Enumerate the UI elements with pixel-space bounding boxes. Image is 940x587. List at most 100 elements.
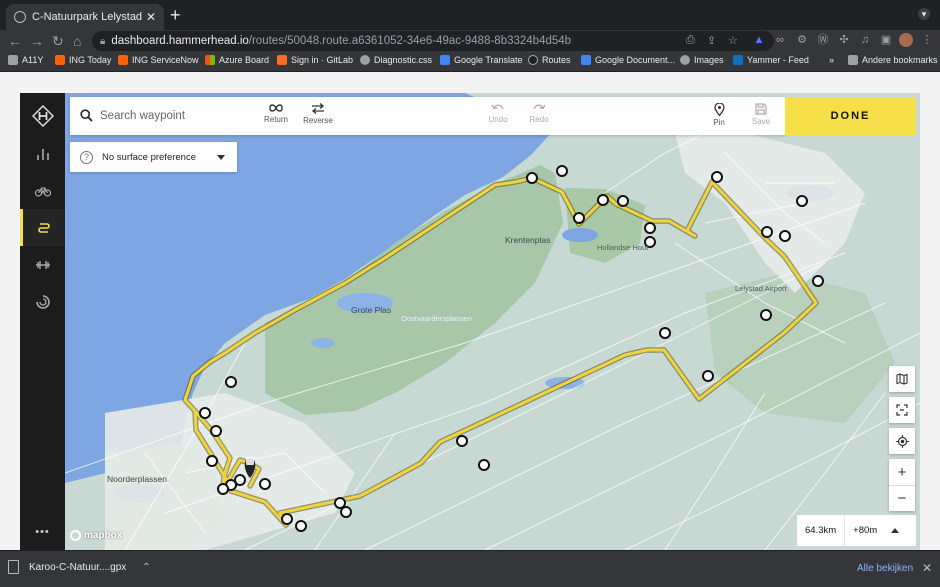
hammerhead-logo[interactable]	[20, 97, 65, 134]
waypoint-marker[interactable]	[761, 226, 773, 238]
zoom-out-button[interactable]: −	[889, 485, 915, 511]
reload-icon[interactable]: ↻	[52, 32, 64, 50]
tab-close-icon[interactable]: ✕	[146, 10, 156, 24]
bookmark-ing-today[interactable]: ING Today	[55, 55, 111, 65]
mapbox-logo[interactable]: mapbox	[70, 530, 122, 541]
chevron-up-icon[interactable]: ⌃	[142, 562, 150, 573]
waypoint-marker[interactable]	[478, 459, 490, 471]
pin-button[interactable]: Pin	[699, 103, 739, 127]
bookmarks-overflow[interactable]: »	[829, 55, 834, 65]
waypoint-marker[interactable]	[259, 478, 271, 490]
app-sidebar: •••	[20, 93, 65, 550]
bookmark-star-icon[interactable]: ☆	[728, 34, 738, 47]
waypoint-marker[interactable]	[573, 212, 585, 224]
bookmark-azure-board[interactable]: Azure Board	[205, 55, 269, 65]
profile-avatar[interactable]	[899, 33, 913, 47]
page-viewport: ••• Krentenplas Hollandse Hout Grote Pla…	[0, 72, 940, 550]
hammerhead-logo-icon	[31, 104, 54, 127]
waypoint-marker[interactable]	[597, 194, 609, 206]
map-style-button[interactable]	[889, 366, 915, 392]
bookmark-yammer[interactable]: Yammer - Feed	[733, 55, 809, 65]
extension-gear-icon[interactable]: ⚙	[795, 33, 809, 47]
sidebar-item-bike[interactable]	[20, 172, 65, 209]
fit-route-button[interactable]	[889, 397, 915, 423]
redo-button[interactable]: Redo	[519, 103, 559, 124]
media-icon[interactable]: ♫	[858, 33, 872, 47]
folder-icon	[848, 55, 858, 65]
extension-glasses-icon[interactable]: ∞	[773, 33, 787, 47]
waypoint-marker[interactable]	[281, 513, 293, 525]
bookmark-ing-servicenow[interactable]: ING ServiceNow	[118, 55, 199, 65]
bookmark-google-translate[interactable]: Google Translate	[440, 55, 523, 65]
show-all-downloads-link[interactable]: Alle bekijken	[857, 563, 913, 574]
sidebar-item-routes[interactable]	[20, 209, 65, 246]
surface-preference-select[interactable]: ? No surface preference	[70, 142, 237, 172]
bookmark-diagnostic-css[interactable]: Diagnostic.css	[360, 55, 432, 65]
route-stats-panel[interactable]: 64.3km +80m	[797, 515, 916, 546]
waypoint-marker[interactable]	[779, 230, 791, 242]
install-icon[interactable]: ⎙	[686, 34, 695, 47]
waypoint-marker[interactable]	[659, 327, 671, 339]
bicycle-icon	[34, 186, 51, 197]
sidepanel-icon[interactable]: ▣	[879, 33, 893, 47]
waypoint-marker[interactable]	[210, 425, 222, 437]
tab-title: C-Natuurpark Lelystad 64 km	[32, 11, 142, 23]
extensions-puzzle-icon[interactable]: ✣	[837, 33, 851, 47]
share-icon[interactable]: ⇪	[707, 34, 716, 47]
tab-search-icon[interactable]: ▾	[918, 8, 930, 20]
sidebar-item-activity[interactable]	[20, 283, 65, 320]
waypoint-marker[interactable]	[711, 171, 723, 183]
waypoint-marker[interactable]	[617, 195, 629, 207]
address-bar[interactable]: 🔒︎ dashboard.hammerhead.io/routes/50048.…	[92, 31, 774, 51]
waypoint-marker[interactable]	[295, 520, 307, 532]
bookmark-routes[interactable]: Routes	[528, 55, 571, 65]
back-icon[interactable]: ←	[8, 32, 22, 50]
bookmark-gitlab[interactable]: Sign in · GitLab	[277, 55, 353, 65]
extension-triangle-icon[interactable]: ▲	[752, 33, 766, 47]
waypoint-marker[interactable]	[760, 309, 772, 321]
infinity-loop-icon	[269, 104, 283, 112]
home-icon[interactable]: ⌂	[73, 32, 81, 50]
waypoint-marker[interactable]	[199, 407, 211, 419]
search-waypoint-input[interactable]	[100, 107, 250, 125]
close-download-bar-icon[interactable]: ✕	[922, 561, 932, 575]
waypoint-marker[interactable]	[556, 165, 568, 177]
bookmark-google-docs[interactable]: Google Document...	[581, 55, 675, 65]
reverse-button[interactable]: Reverse	[298, 103, 338, 125]
return-label: Return	[263, 115, 288, 124]
sidebar-more-button[interactable]: •••	[20, 513, 65, 550]
sidebar-item-stats[interactable]	[20, 135, 65, 172]
extension-wordpress-icon[interactable]: Ⓦ	[816, 33, 830, 47]
download-item[interactable]: Karoo-C-Natuur....gpx ⌃	[8, 560, 151, 574]
waypoint-marker[interactable]	[526, 172, 538, 184]
waypoint-marker[interactable]	[217, 483, 229, 495]
zoom-in-button[interactable]: +	[889, 459, 915, 485]
waypoint-marker[interactable]	[456, 435, 468, 447]
bookmarks-bar: A11Y ING Today ING ServiceNow Azure Boar…	[0, 52, 940, 72]
expand-caret-up-icon[interactable]	[891, 528, 900, 533]
reverse-arrows-icon	[311, 103, 325, 114]
locate-me-button[interactable]	[889, 428, 915, 454]
waypoint-marker[interactable]	[796, 195, 808, 207]
done-button[interactable]: DONE	[785, 97, 916, 135]
waypoint-marker[interactable]	[206, 455, 218, 467]
pond-krentenplas	[562, 228, 598, 242]
globe-icon	[360, 55, 370, 65]
waypoint-marker[interactable]	[702, 370, 714, 382]
new-tab-button[interactable]: +	[170, 6, 181, 24]
waypoint-marker[interactable]	[334, 497, 346, 509]
bookmark-images[interactable]: Images	[680, 55, 724, 65]
waypoint-marker[interactable]	[225, 376, 237, 388]
undo-button[interactable]: Undo	[478, 103, 518, 124]
chrome-menu-icon[interactable]: ⋮	[920, 33, 934, 47]
other-bookmarks[interactable]: Andere bookmarks	[848, 55, 938, 65]
waypoint-marker[interactable]	[340, 506, 352, 518]
waypoint-marker[interactable]	[812, 275, 824, 287]
waypoint-marker[interactable]	[644, 222, 656, 234]
return-button[interactable]: Return	[256, 103, 296, 124]
browser-tab[interactable]: C-Natuurpark Lelystad 64 km ✕	[6, 4, 164, 30]
bookmark-a11y[interactable]: A11Y	[8, 55, 43, 65]
save-button[interactable]: Save	[741, 103, 781, 126]
forward-icon[interactable]: →	[30, 32, 44, 50]
sidebar-item-workouts[interactable]	[20, 246, 65, 283]
